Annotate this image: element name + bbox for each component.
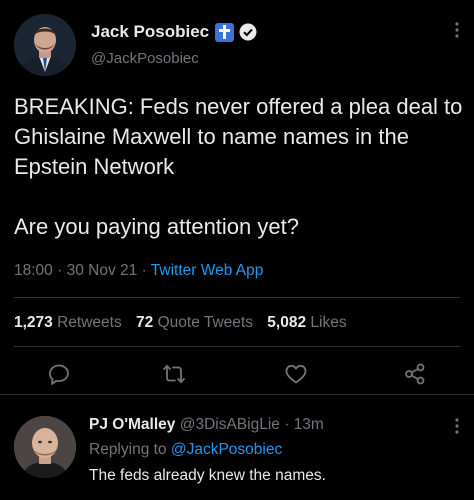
share-icon[interactable] [403, 362, 427, 386]
engagement-stats: 1,273 Retweets 72 Quote Tweets 5,082 Lik… [14, 314, 357, 332]
reply-author-name[interactable]: PJ O'Malley [89, 416, 175, 433]
quote-tweets-stat[interactable]: 72 Quote Tweets [136, 314, 253, 331]
like-icon[interactable] [284, 362, 308, 386]
tweet-text: BREAKING: Feds never offered a plea deal… [14, 94, 463, 239]
replying-to-label: Replying to [89, 441, 167, 458]
reply-separator: · [284, 416, 290, 433]
tweet-metadata: 18:00 · 30 Nov 21 · Twitter Web App [14, 262, 263, 280]
author-handle[interactable]: @JackPosobiec [91, 50, 199, 67]
retweets-stat[interactable]: 1,273 Retweets [14, 314, 122, 331]
meta-separator: · [141, 262, 147, 279]
author-display-name[interactable]: Jack Posobiec [91, 22, 209, 42]
meta-separator: · [57, 262, 63, 279]
reply-header: PJ O'Malley @3DisABigLie · 13m [89, 416, 324, 434]
tweet-source[interactable]: Twitter Web App [151, 262, 264, 279]
reply-tweet[interactable]: PJ O'Malley @3DisABigLie · 13m Replying … [0, 396, 474, 500]
more-options-icon[interactable] [454, 416, 460, 436]
verified-icon [239, 23, 257, 41]
retweet-icon[interactable] [162, 362, 186, 386]
likes-stat[interactable]: 5,082 Likes [267, 314, 346, 331]
divider [0, 394, 474, 395]
reply-author-handle[interactable]: @3DisABigLie [180, 416, 280, 433]
divider [14, 346, 460, 347]
tweet-time[interactable]: 18:00 [14, 262, 53, 279]
replying-to-mention[interactable]: @JackPosobiec [171, 441, 282, 458]
more-options-icon[interactable] [454, 20, 460, 40]
reply-text: The feds already knew the names. [89, 467, 326, 484]
main-tweet: Jack Posobiec @JackPosobiec BREAKING: Fe… [0, 0, 474, 395]
reply-icon[interactable] [47, 362, 71, 386]
tweet-date[interactable]: 30 Nov 21 [67, 262, 138, 279]
replying-to-line: Replying to @JackPosobiec [89, 441, 282, 459]
reply-time[interactable]: 13m [294, 416, 324, 433]
author-name-row: Jack Posobiec [91, 22, 257, 42]
divider [14, 297, 460, 298]
author-avatar[interactable] [14, 14, 76, 76]
reply-author-avatar[interactable] [14, 416, 76, 478]
cross-icon [215, 22, 235, 42]
